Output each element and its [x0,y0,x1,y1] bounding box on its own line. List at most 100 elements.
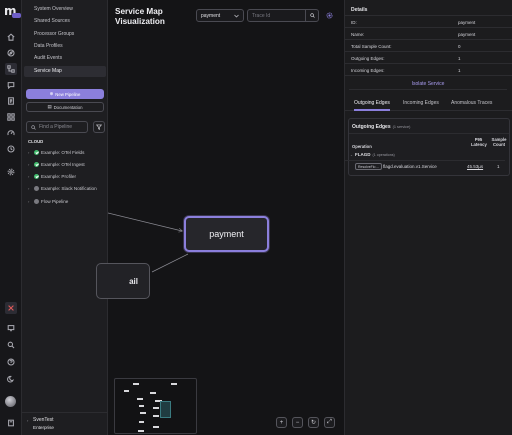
user-org: Enterprise [33,425,54,430]
nav-service-map[interactable]: Service Map [24,66,106,77]
pipelines-icon[interactable] [5,63,17,75]
node-email[interactable]: ail [96,263,150,299]
search-icon [309,13,315,18]
tab-anomalous-traces[interactable]: Anomalous Traces [451,97,492,111]
home-icon[interactable] [5,31,17,43]
edge-group-flagd[interactable]: ⌄ FLAGD (1 operations) [348,152,395,157]
documentation-button[interactable]: ▤ Documentation [26,102,104,112]
icon-rail: m [0,0,22,435]
detail-key: Incoming Edges: [351,68,385,73]
minimap-viewport[interactable] [160,401,171,418]
chevron-right-icon[interactable]: › [28,150,32,155]
sidebar: System Overview Shared Sources Processor… [22,0,108,435]
detail-key: Name: [351,32,365,37]
edge-tabs: Outgoing Edges Incoming Edges Anomalous … [345,97,512,111]
nav-system-overview[interactable]: System Overview [24,4,106,15]
fit-view-button[interactable]: ⤢ [324,417,335,428]
chevron-right-icon[interactable]: › [28,162,32,167]
col-operation[interactable]: Operation [352,144,372,149]
pipeline-item[interactable]: › Flow Pipeline [28,197,68,206]
explore-icon[interactable] [5,47,17,59]
trace-id-input[interactable] [248,12,306,19]
gauge-icon[interactable] [5,127,17,139]
details-heading: Details [345,4,512,16]
feedback-icon[interactable] [5,322,17,334]
chevron-down-icon [234,14,239,17]
col-count[interactable]: Sample Count [491,137,507,147]
status-ok-icon [34,174,39,179]
detail-row: ID: payment [345,17,512,28]
edges-card-heading: Outgoing Edges (1 service) [352,124,410,130]
detail-row: Name: payment [345,29,512,40]
pipeline-label: Flow Pipeline [41,199,69,204]
detail-row: Incoming Edges: 1 [345,65,512,76]
minimap-node [139,405,144,407]
pipeline-item[interactable]: › Example: OTel Fields [28,148,84,157]
minimap-node [153,415,159,417]
document-icon[interactable] [5,95,17,107]
latency-link[interactable]: 45.53µs [467,164,483,169]
detail-key: Total Sample Count: [351,44,392,49]
minimap-node [133,383,139,385]
pipeline-item[interactable]: › Example: Profiler [28,172,76,181]
minimap-node [137,398,143,400]
status-inactive-icon [34,186,39,191]
sample-count: 1 [497,164,500,169]
section-label-cloud: CLOUD [28,139,44,144]
service-select-value: payment [201,12,221,19]
service-map-canvas[interactable]: Service Map Visualization payment paymen… [96,0,344,435]
chevron-right-icon[interactable]: › [28,186,32,191]
service-select[interactable]: payment [196,9,244,22]
detail-key: Outgoing Edges: [351,56,385,61]
chevron-right-icon[interactable]: › [28,174,32,179]
zoom-in-button[interactable]: + [276,417,287,428]
nav-data-profiles[interactable]: Data Profiles [24,41,106,52]
gear-icon[interactable] [326,12,333,19]
nav-audit-events[interactable]: Audit Events [24,53,106,64]
detail-value: payment [458,20,476,25]
find-pipeline-input[interactable] [39,124,87,130]
zoom-out-button[interactable]: − [292,417,303,428]
new-pipeline-button[interactable]: ⊕ New Pipeline [26,89,104,99]
pipeline-label: Example: OTel Fields [41,150,85,155]
grid-icon[interactable] [5,111,17,123]
edge-incoming [108,212,182,231]
tab-incoming-edges[interactable]: Incoming Edges [403,97,439,111]
user-avatar[interactable] [5,396,16,407]
status-ok-icon [34,150,39,155]
user-menu[interactable]: › SvenTest Enterprise [22,412,108,435]
nav-shared-sources[interactable]: Shared Sources [24,16,106,27]
pipeline-item[interactable]: › Example: Slack Notification [28,184,97,193]
search-icon [31,124,36,130]
operation-name: flagd.evaluation.v1.Service [383,164,437,169]
app-logo[interactable]: m [4,4,21,19]
docs-book-icon[interactable] [5,417,17,429]
trace-id-field[interactable] [247,9,319,22]
history-icon[interactable] [5,143,17,155]
alert-icon[interactable] [5,302,17,314]
trace-search-button[interactable] [305,10,318,21]
nav-processor-groups[interactable]: Processor Groups [24,29,106,40]
help-icon[interactable] [5,356,17,368]
pipeline-label: Example: Profiler [41,174,76,179]
minimap-node [153,407,159,409]
find-pipeline-field[interactable] [26,121,88,133]
detail-key: ID: [351,20,357,25]
isolate-service-button[interactable]: Isolate Service [349,79,507,90]
tab-outgoing-edges[interactable]: Outgoing Edges [354,97,390,111]
edges-card-title: Outgoing Edges [352,124,391,130]
search-icon[interactable] [5,339,17,351]
node-payment[interactable]: payment [184,216,269,252]
reset-view-button[interactable]: ↻ [308,417,319,428]
minimap[interactable] [114,378,197,434]
col-latency[interactable]: P95 Latency [471,137,487,147]
chat-icon[interactable] [5,79,17,91]
chevron-right-icon[interactable]: › [28,199,32,204]
pipeline-item[interactable]: › Example: OTel Ingest [28,160,85,169]
table-row[interactable]: ResolveFlo… flagd.evaluation.v1.Service … [345,160,505,172]
filter-button[interactable] [93,121,105,133]
theme-moon-icon[interactable] [5,373,17,385]
minimap-node [139,421,144,423]
edge-outgoing [151,253,189,273]
settings-icon[interactable] [5,166,17,178]
